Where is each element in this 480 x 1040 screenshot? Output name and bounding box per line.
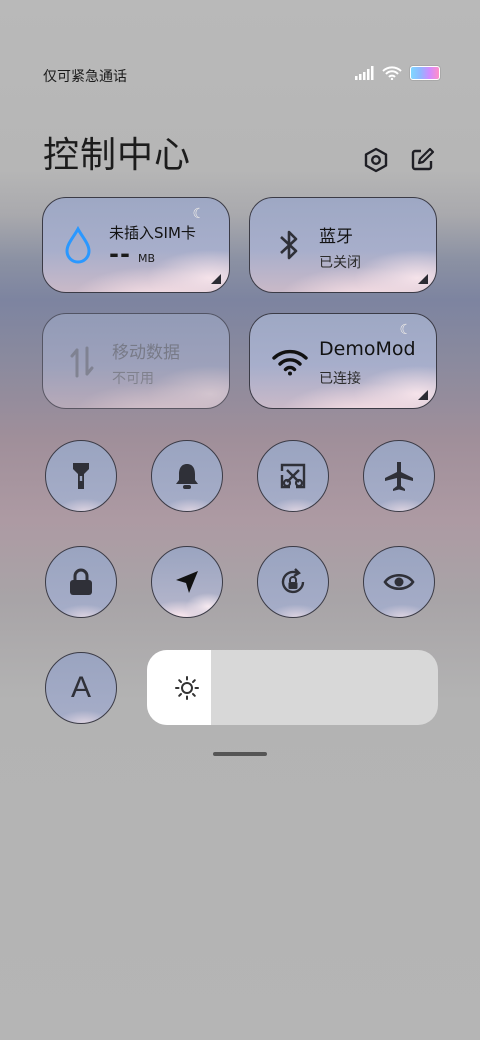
tile-wifi-status: 已连接 (319, 371, 361, 387)
brightness-sun-icon (175, 676, 199, 700)
tile-mobile-data[interactable]: 移动数据 不可用 (42, 313, 230, 409)
data-transfer-icon (70, 346, 94, 378)
tile-data-unit: MB (138, 252, 156, 265)
hexagon-settings-icon (364, 147, 388, 173)
tile-bluetooth[interactable]: 蓝牙 已关闭 (249, 197, 437, 293)
expand-corner-icon (418, 274, 428, 284)
battery-icon (410, 66, 440, 80)
expand-corner-icon (211, 274, 221, 284)
edit-button[interactable] (408, 146, 436, 174)
tile-bluetooth-title: 蓝牙 (319, 227, 353, 247)
edit-icon (411, 147, 435, 171)
eye-icon (383, 573, 415, 591)
lock-toggle[interactable] (45, 546, 117, 618)
airplane-toggle[interactable] (363, 440, 435, 512)
bluetooth-icon (280, 230, 298, 260)
tile-mobile-data-title: 移动数据 (112, 343, 180, 363)
tile-wifi-title: DemoMod (319, 338, 416, 360)
flashlight-icon (73, 463, 89, 489)
tile-data-value: -- (109, 240, 131, 268)
tile-data-usage[interactable]: ☾ 未插入SIM卡 -- MB (42, 197, 230, 293)
water-drop-icon (65, 226, 91, 264)
screenshot-icon (280, 463, 306, 489)
drag-handle[interactable] (213, 752, 267, 756)
page-title: 控制中心 (43, 135, 192, 176)
status-carrier-text: 仅可紧急通话 (43, 69, 127, 85)
wifi-icon (382, 66, 402, 80)
settings-button[interactable] (362, 146, 390, 174)
expand-corner-icon (418, 390, 428, 400)
location-toggle[interactable] (151, 546, 223, 618)
status-icons (354, 66, 440, 80)
airplane-icon (385, 462, 413, 491)
silent-toggle[interactable] (151, 440, 223, 512)
signal-icon (355, 66, 374, 80)
tile-mobile-data-status: 不可用 (112, 371, 154, 387)
tile-wifi[interactable]: ☾ DemoMod 已连接 (249, 313, 437, 409)
brightness-slider[interactable] (147, 650, 438, 725)
lock-icon (70, 568, 92, 595)
font-size-button[interactable]: A (45, 652, 117, 724)
rotation-lock-toggle[interactable] (257, 546, 329, 618)
flashlight-toggle[interactable] (45, 440, 117, 512)
tile-bluetooth-status: 已关闭 (319, 255, 361, 271)
bell-icon (176, 464, 198, 489)
wifi-tile-icon (272, 349, 308, 376)
rotation-lock-icon (281, 568, 305, 594)
moon-icon: ☾ (192, 206, 205, 222)
moon-icon: ☾ (399, 322, 412, 338)
eye-comfort-toggle[interactable] (363, 546, 435, 618)
font-size-label: A (70, 671, 91, 704)
location-icon (176, 571, 198, 593)
screenshot-toggle[interactable] (257, 440, 329, 512)
